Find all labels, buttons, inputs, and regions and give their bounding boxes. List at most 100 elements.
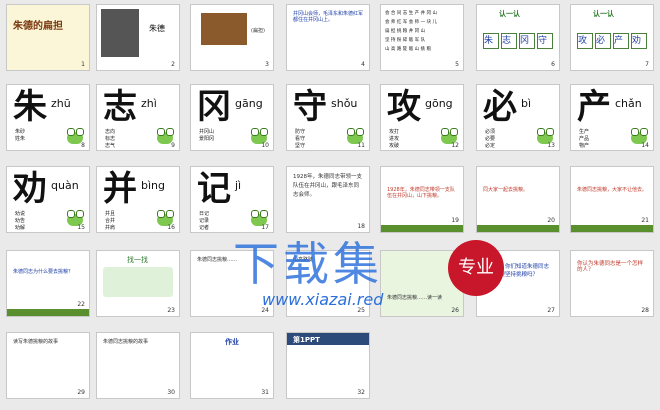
slide-thumb-4[interactable]: 井冈山会师，毛泽东和朱德红军都住在井冈山上。 4: [286, 4, 370, 71]
char-row: 朱志冈守: [483, 33, 555, 49]
hanzi: 守: [293, 87, 327, 127]
slide-number: 8: [81, 142, 85, 149]
content-box: [103, 267, 173, 297]
hanzi: 产: [577, 87, 611, 127]
word-list: 会 合 同 志 生 产 井 冈 山 会 师 红 军 会 师 一 块 儿 扁 担 …: [385, 11, 437, 52]
word-examples: 生产 产品 物产: [579, 129, 590, 149]
slide-thumb-32[interactable]: 第1PPT 32: [286, 332, 370, 399]
slide-text: 朱德同志挑粮的故事: [103, 339, 149, 345]
portrait-photo: [101, 9, 139, 57]
footer-band: [477, 225, 559, 232]
hanzi: 冈: [197, 87, 231, 127]
slide-thumb-3[interactable]: (扁担) 3: [190, 4, 274, 71]
heading: 作业: [225, 338, 239, 346]
slide-thumb-18[interactable]: 1928年，朱德同志带领一支队伍在井冈山，跟毛泽东同志会师。 18: [286, 166, 370, 233]
slide-text: 1928年，朱德同志带领一支队伍在井冈山，山下挑粮。: [387, 187, 455, 199]
slide-thumb-22[interactable]: 朱德同志为什么要去挑粮？ 22: [6, 250, 90, 317]
slide-number: 9: [171, 142, 175, 149]
slide-number: 7: [645, 61, 649, 68]
slide-number: 31: [261, 389, 269, 396]
slide-thumb-8[interactable]: 朱 zhū 朱砂 姓朱 8: [6, 84, 90, 151]
carrying-pole-photo: [201, 13, 247, 45]
slide-thumb-28[interactable]: 你认为朱德同志是一个怎样的人？ 28: [570, 250, 654, 317]
slide-number: 22: [77, 301, 85, 308]
pinyin: jì: [235, 179, 242, 192]
slide-number: 32: [357, 389, 365, 396]
slide-number: 4: [361, 61, 365, 68]
slide-number: 3: [265, 61, 269, 68]
word-examples: 井冈山 景阳冈: [199, 129, 215, 142]
char-row: 攻必产劝: [577, 33, 649, 49]
slide-thumb-6[interactable]: 认一认 朱志冈守 6: [476, 4, 560, 71]
slide-thumb-11[interactable]: 守 shǒu 防守 看守 坚守 11: [286, 84, 370, 151]
slide-thumb-17[interactable]: 记 jì 日记 记录 记者 17: [190, 166, 274, 233]
pinyin: zhū: [51, 97, 71, 110]
word-examples: 日记 记录 记者: [199, 211, 210, 231]
slide-title: 朱德的扁担: [13, 21, 63, 32]
footer-band: [571, 225, 653, 232]
slide-number: 20: [547, 217, 555, 224]
slide-number: 28: [641, 307, 649, 314]
slide-number: 11: [357, 142, 365, 149]
slide-number: 2: [171, 61, 175, 68]
slide-thumb-30[interactable]: 朱德同志挑粮的故事 30: [96, 332, 180, 399]
hanzi: 必: [483, 87, 517, 127]
slide-thumb-7[interactable]: 认一认 攻必产劝 7: [570, 4, 654, 71]
slide-thumb-13[interactable]: 必 bì 必须 必要 必定 13: [476, 84, 560, 151]
slide-text: 朱德同志挑粮，大家不让他去。: [577, 187, 648, 193]
slide-thumb-14[interactable]: 产 chǎn 生产 产品 物产 14: [570, 84, 654, 151]
hanzi: 记: [197, 169, 231, 209]
word-examples: 志向 标志 志气: [105, 129, 116, 149]
slide-number: 12: [451, 142, 459, 149]
slide-number: 30: [167, 389, 175, 396]
pinyin: bì: [521, 97, 532, 110]
slide-number: 15: [77, 224, 85, 231]
slide-text: 读写朱德挑粮的故事: [13, 339, 59, 345]
heading: 找一找: [127, 256, 148, 264]
slide-sorter-grid: 朱德的扁担 1 朱德 2 (扁担) 3 井冈山会师，毛泽东和朱德红军都住在井冈山…: [0, 0, 660, 410]
slide-thumb-20[interactable]: 同大家一起去挑粮。 20: [476, 166, 560, 233]
heading: 认一认: [499, 10, 520, 18]
slide-thumb-5[interactable]: 会 合 同 志 生 产 井 冈 山 会 师 红 军 会 师 一 块 儿 扁 担 …: [380, 4, 464, 71]
watermark-badge: 专业: [448, 240, 504, 296]
slide-number: 6: [551, 61, 555, 68]
watermark-url: www.xiazai.red: [262, 290, 384, 309]
pinyin: chǎn: [615, 97, 642, 110]
slide-thumb-23[interactable]: 找一找 23: [96, 250, 180, 317]
slide-number: 27: [547, 307, 555, 314]
slide-number: 10: [261, 142, 269, 149]
footer-band: [381, 225, 463, 232]
caption: 朱德: [149, 24, 165, 33]
slide-thumb-9[interactable]: 志 zhì 志向 标志 志气 9: [96, 84, 180, 151]
slide-number: 5: [455, 61, 459, 68]
slide-thumb-19[interactable]: 1928年，朱德同志带领一支队伍在井冈山，山下挑粮。 19: [380, 166, 464, 233]
word-examples: 劝说 劝告 劝解: [15, 211, 26, 231]
word-examples: 并且 合并 并肩: [105, 211, 116, 231]
slide-thumb-29[interactable]: 读写朱德挑粮的故事 29: [6, 332, 90, 399]
slide-text: 朱德同志挑粮……读一读: [387, 295, 443, 301]
slide-text: 同大家一起去挑粮。: [483, 187, 529, 193]
slide-number: 1: [81, 61, 85, 68]
slide-thumb-10[interactable]: 冈 gāng 井冈山 景阳冈 10: [190, 84, 274, 151]
slide-thumb-21[interactable]: 朱德同志挑粮，大家不让他去。 21: [570, 166, 654, 233]
word-examples: 必须 必要 必定: [485, 129, 496, 149]
slide-thumb-1[interactable]: 朱德的扁担 1: [6, 4, 90, 71]
slide-thumb-2[interactable]: 朱德 2: [96, 4, 180, 71]
watermark-text: 下载集: [233, 237, 383, 291]
slide-number: 13: [547, 142, 555, 149]
slide-text: 朱德同志为什么要去挑粮？: [13, 269, 74, 275]
slide-number: 21: [641, 217, 649, 224]
question-text: 井冈山会师，毛泽东和朱德红军都住在井冈山上。: [293, 11, 364, 23]
hanzi: 朱: [13, 87, 47, 127]
slide-thumb-12[interactable]: 攻 gōng 攻打 进攻 攻破 12: [380, 84, 464, 151]
slide-text: 你认为朱德同志是一个怎样的人？: [577, 261, 644, 273]
slide-thumb-15[interactable]: 劝 quàn 劝说 劝告 劝解 15: [6, 166, 90, 233]
slide-number: 19: [451, 217, 459, 224]
slide-thumb-16[interactable]: 并 bìng 并且 合并 并肩 16: [96, 166, 180, 233]
slide-thumb-31[interactable]: 作业 31: [190, 332, 274, 399]
slide-number: 16: [167, 224, 175, 231]
pinyin: bìng: [141, 179, 165, 192]
word-examples: 攻打 进攻 攻破: [389, 129, 400, 149]
slide-text: 1928年，朱德同志带领一支队伍在井冈山，跟毛泽东同志会师。: [293, 174, 362, 198]
hanzi: 攻: [387, 87, 421, 127]
